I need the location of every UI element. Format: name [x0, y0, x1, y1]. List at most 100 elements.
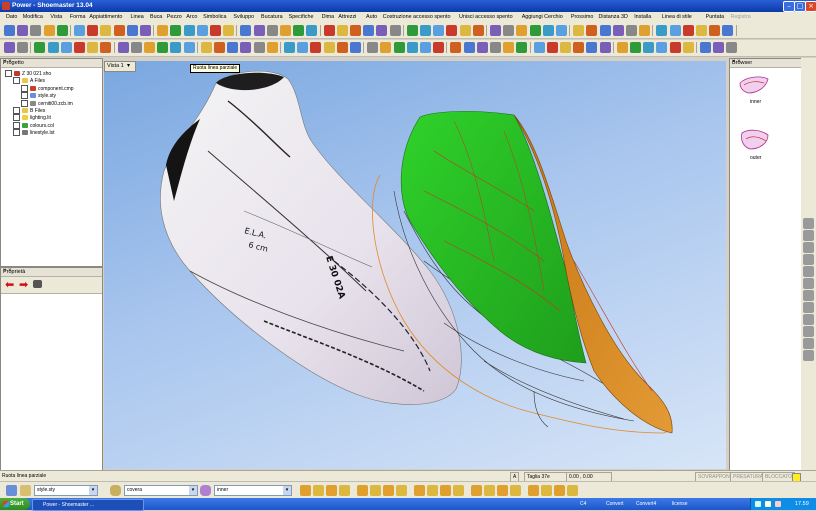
- bottom-tool-icon[interactable]: [357, 485, 368, 496]
- toolbar-tool-icon[interactable]: [450, 42, 462, 53]
- toolbar-tool-icon[interactable]: [306, 25, 318, 36]
- side-tool-icon[interactable]: [803, 266, 814, 277]
- toolbar-tool-icon[interactable]: [183, 25, 195, 36]
- 3d-viewport[interactable]: E.L.A. 6 cm E 30 02A: [104, 61, 726, 469]
- toolbar-tool-icon[interactable]: [87, 42, 99, 53]
- tray-icon[interactable]: [765, 501, 771, 507]
- menu-item-aggiungi-cerchio[interactable]: Aggiungi Cerchio: [522, 14, 563, 20]
- toolbar-tool-icon[interactable]: [656, 25, 668, 36]
- toolbar-tool-icon[interactable]: [490, 42, 501, 53]
- toolbar-tool-icon[interactable]: [223, 25, 235, 36]
- tree-item[interactable]: cerniti00.zcb.im: [21, 99, 73, 107]
- toolbar-tool-icon[interactable]: [266, 25, 278, 36]
- toolbar-tool-icon[interactable]: [266, 42, 278, 53]
- toolbar-tool-icon[interactable]: [626, 25, 637, 36]
- toolbar-tool-icon[interactable]: [284, 42, 295, 53]
- toolbar-tool-icon[interactable]: [612, 25, 624, 36]
- bottom-tool-icon[interactable]: [510, 485, 521, 496]
- toolbar-tool-icon[interactable]: [253, 42, 265, 53]
- chevron-down-icon[interactable]: ▾: [89, 486, 97, 495]
- toolbar-tool-icon[interactable]: [669, 25, 681, 36]
- style-icon[interactable]: [20, 485, 31, 496]
- save-icon[interactable]: [6, 485, 17, 496]
- tree-item[interactable]: colours.col: [13, 121, 54, 129]
- toolbar-tool-icon[interactable]: [696, 25, 707, 36]
- menu-item-forma[interactable]: Forma: [70, 14, 86, 20]
- toolbar-tool-icon[interactable]: [34, 42, 46, 53]
- toolbar-tool-icon[interactable]: [323, 25, 335, 36]
- toolbar-tool-icon[interactable]: [446, 25, 458, 36]
- menu-item-registra[interactable]: Registra: [731, 14, 751, 20]
- bottom-tool-icon[interactable]: [313, 485, 324, 496]
- toolbar-tool-icon[interactable]: [420, 25, 431, 36]
- toolbar-tool-icon[interactable]: [713, 42, 725, 53]
- toolbar-tool-icon[interactable]: [709, 25, 721, 36]
- toolbar-tool-icon[interactable]: [556, 25, 567, 36]
- toolbar-tool-icon[interactable]: [406, 25, 418, 36]
- toolbar-tool-icon[interactable]: [516, 42, 528, 53]
- menu-item-specifiche[interactable]: Specifiche: [289, 14, 314, 20]
- tree-item[interactable]: style.sty: [21, 92, 56, 100]
- toolbar-tool-icon[interactable]: [4, 42, 15, 53]
- toolbar-tool-icon[interactable]: [210, 25, 221, 36]
- toolbar-tool-icon[interactable]: [586, 25, 598, 36]
- toolbar-tool-icon[interactable]: [157, 25, 169, 36]
- bottom-tool-icon[interactable]: [497, 485, 508, 496]
- toolbar-tool-icon[interactable]: [639, 25, 651, 36]
- menu-item-distanza-3d[interactable]: Distanza 3D: [599, 14, 628, 20]
- checkbox[interactable]: [13, 107, 20, 114]
- menu-item-puntata[interactable]: Puntata: [706, 14, 725, 20]
- toolbar-tool-icon[interactable]: [170, 25, 182, 36]
- toolbar-tool-icon[interactable]: [490, 25, 501, 36]
- toolbar-tool-icon[interactable]: [700, 42, 711, 53]
- bottom-tool-icon[interactable]: [554, 485, 565, 496]
- toolbar-tool-icon[interactable]: [669, 42, 681, 53]
- toolbar-tool-icon[interactable]: [30, 25, 42, 36]
- toolbar-tool-icon[interactable]: [599, 25, 611, 36]
- toolbar-tool-icon[interactable]: [350, 25, 361, 36]
- toolbar-tool-icon[interactable]: [227, 42, 239, 53]
- toolbar-tool-icon[interactable]: [573, 42, 585, 53]
- toolbar-tool-icon[interactable]: [476, 42, 488, 53]
- toolbar-tool-icon[interactable]: [140, 25, 151, 36]
- toolbar-tool-icon[interactable]: [240, 25, 252, 36]
- toolbar-tool-icon[interactable]: [87, 25, 99, 36]
- toolbar-tool-icon[interactable]: [117, 42, 129, 53]
- toolbar-tool-icon[interactable]: [310, 42, 322, 53]
- toolbar-tool-icon[interactable]: [503, 25, 515, 36]
- tree-item[interactable]: Z 30 021 sho: [5, 70, 51, 77]
- side-tool-icon[interactable]: [803, 338, 814, 349]
- toolbar-tool-icon[interactable]: [293, 25, 305, 36]
- toolbar-tool-icon[interactable]: [389, 25, 401, 36]
- toolbar-tool-icon[interactable]: [529, 25, 541, 36]
- menu-item-vista[interactable]: Vista: [50, 14, 62, 20]
- toolbar-tool-icon[interactable]: [350, 42, 361, 53]
- toolbar-tool-icon[interactable]: [100, 25, 112, 36]
- toolbar-tool-icon[interactable]: [43, 25, 55, 36]
- tree-item[interactable]: B Files: [13, 107, 45, 114]
- toolbar-tool-icon[interactable]: [516, 25, 528, 36]
- menu-item-simbolica[interactable]: Simbolica: [203, 14, 226, 20]
- checkbox[interactable]: [13, 129, 20, 137]
- toolbar-tool-icon[interactable]: [682, 42, 694, 53]
- menu-item-bucatura[interactable]: Bucatura: [261, 14, 283, 20]
- checkbox[interactable]: [21, 84, 28, 92]
- tree-item[interactable]: component.cmp: [21, 84, 74, 92]
- menu-item-modifica[interactable]: Modifica: [23, 14, 43, 20]
- start-button[interactable]: Start: [0, 498, 30, 510]
- toolbar-tool-icon[interactable]: [56, 25, 68, 36]
- toolbar-tool-icon[interactable]: [336, 25, 348, 36]
- menu-item-dato[interactable]: Dato: [6, 14, 17, 20]
- bottom-tool-icon[interactable]: [484, 485, 495, 496]
- checkbox[interactable]: [21, 92, 28, 100]
- tray-icon[interactable]: [775, 501, 781, 507]
- toolbar-tool-icon[interactable]: [100, 42, 112, 53]
- bottom-tool-icon[interactable]: [541, 485, 552, 496]
- checkbox[interactable]: [5, 70, 12, 77]
- toolbar-tool-icon[interactable]: [17, 25, 29, 36]
- toolbar-tool-icon[interactable]: [17, 42, 29, 53]
- toolbar-tool-icon[interactable]: [157, 42, 169, 53]
- menu-item-unisci-accesso-spento[interactable]: Unisci accesso spento: [459, 14, 513, 20]
- toolbar-tool-icon[interactable]: [643, 42, 655, 53]
- side-tool-icon[interactable]: [803, 350, 814, 361]
